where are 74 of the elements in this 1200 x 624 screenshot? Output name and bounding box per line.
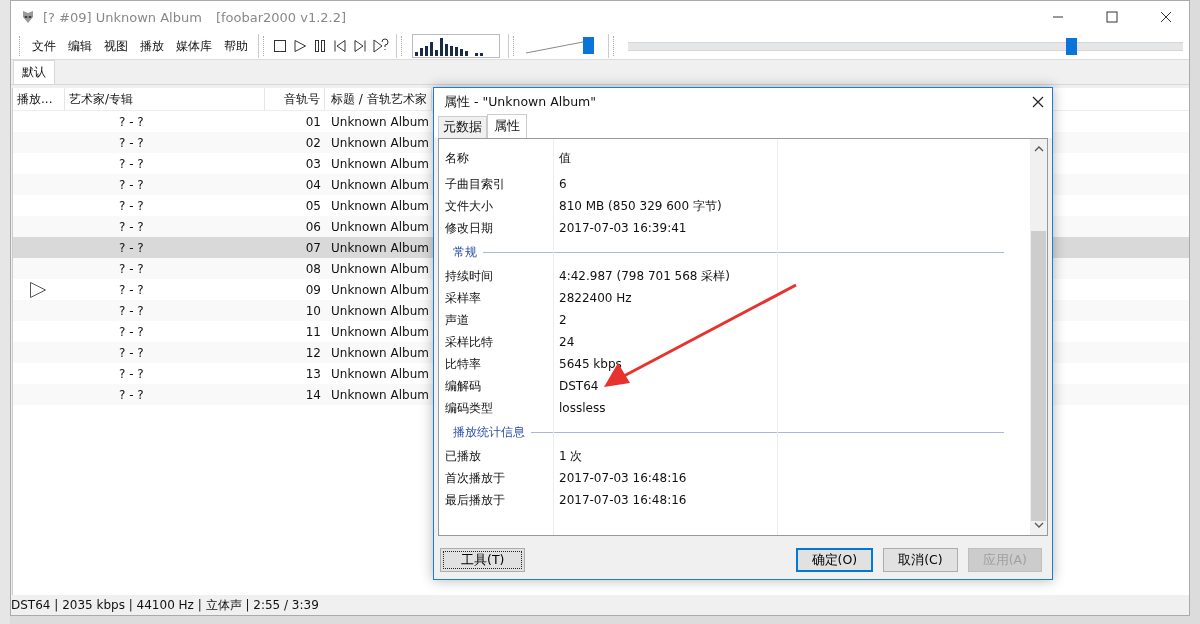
property-value: 1 次: [558, 447, 583, 465]
title-cell-text: Unknown Album: [330, 114, 429, 129]
artist-cell-text: ? - ?: [118, 366, 145, 381]
artist-cell-text: ? - ?: [118, 198, 145, 213]
property-value: 2017-07-03 16:48:16: [558, 471, 687, 485]
title-cell-text: Unknown Album: [330, 135, 429, 150]
title-cell-text: Unknown Album: [330, 366, 429, 381]
section-heading: 常规: [453, 243, 477, 261]
track-cell-text: 13: [304, 366, 322, 381]
property-name: 声道: [444, 311, 470, 329]
property-name: 编码类型: [444, 399, 494, 417]
track-cell-text: 11: [304, 324, 322, 339]
artist-cell-text: ? - ?: [118, 261, 145, 276]
property-value: 4:42.987 (798 701 568 采样): [558, 267, 730, 285]
dialog-title: 属性 - "Unknown Album": [444, 93, 596, 111]
artist-cell-text: ? - ?: [118, 114, 145, 129]
artist-cell-text: ? - ?: [118, 387, 145, 402]
property-value: lossless: [558, 401, 606, 415]
track-cell-text: 07: [304, 240, 322, 255]
artist-cell-text: ? - ?: [118, 156, 145, 171]
title-cell-text: Unknown Album: [330, 177, 429, 192]
artist-cell-text: ? - ?: [118, 282, 145, 297]
artist-cell-text: ? - ?: [118, 177, 145, 192]
artist-cell-text: ? - ?: [118, 345, 145, 360]
track-cell-text: 02: [304, 135, 322, 150]
track-cell-text: 04: [304, 177, 322, 192]
property-value: 5645 kbps: [558, 357, 622, 371]
property-name: 修改日期: [444, 219, 494, 237]
track-cell-text: 06: [304, 219, 322, 234]
artist-cell-text: ? - ?: [118, 303, 145, 318]
artist-cell-text: ? - ?: [118, 219, 145, 234]
track-cell-text: 03: [304, 156, 322, 171]
title-cell-text: Unknown Album: [330, 156, 429, 171]
title-cell-text: Unknown Album: [330, 198, 429, 213]
property-value: 24: [558, 335, 575, 349]
artist-cell-text: ? - ?: [118, 135, 145, 150]
title-cell-text: Unknown Album: [330, 261, 429, 276]
artist-cell-text: ? - ?: [118, 240, 145, 255]
property-name: 持续时间: [444, 267, 494, 285]
property-value: DST64: [558, 379, 599, 393]
track-cell-text: 09: [304, 282, 322, 297]
property-name: 采样比特: [444, 333, 494, 351]
property-value: 2017-07-03 16:39:41: [558, 221, 687, 235]
title-cell-text: Unknown Album: [330, 324, 429, 339]
section-heading: 播放统计信息: [453, 423, 525, 441]
track-cell-text: 10: [304, 303, 322, 318]
track-cell-text: 08: [304, 261, 322, 276]
window-subtitle: [foobar2000 v1.2.2]: [215, 9, 347, 25]
property-value: 2: [558, 313, 567, 327]
property-name: 比特率: [444, 355, 482, 373]
property-name: 采样率: [444, 289, 482, 307]
property-name: 文件大小: [444, 197, 494, 215]
title-cell-text: Unknown Album: [330, 240, 429, 255]
property-name: 首次播放于: [444, 469, 506, 487]
track-cell-text: 14: [304, 387, 322, 402]
track-cell-text: 05: [304, 198, 322, 213]
property-value: 810 MB (850 329 600 字节): [558, 197, 722, 215]
property-value: 2017-07-03 16:48:16: [558, 493, 687, 507]
window-title: [? #09] Unknown Album: [43, 9, 202, 25]
property-value: 2822400 Hz: [558, 291, 632, 305]
title-cell-text: Unknown Album: [330, 387, 429, 402]
title-cell-text: Unknown Album: [330, 303, 429, 318]
title-cell-text: Unknown Album: [330, 345, 429, 360]
property-name: 编解码: [444, 377, 482, 395]
property-name: 最后播放于: [444, 491, 506, 509]
status-text: DST64 | 2035 kbps | 44100 Hz | 立体声 | 2:55 / 3:39: [11, 596, 319, 614]
property-value: 6: [558, 177, 567, 191]
track-cell-text: 12: [304, 345, 322, 360]
property-name: 已播放: [444, 447, 482, 465]
property-name: 子曲目索引: [444, 175, 506, 193]
title-cell-text: Unknown Album: [330, 282, 429, 297]
title-cell-text: Unknown Album: [330, 219, 429, 234]
track-cell-text: 01: [304, 114, 322, 129]
artist-cell-text: ? - ?: [118, 324, 145, 339]
